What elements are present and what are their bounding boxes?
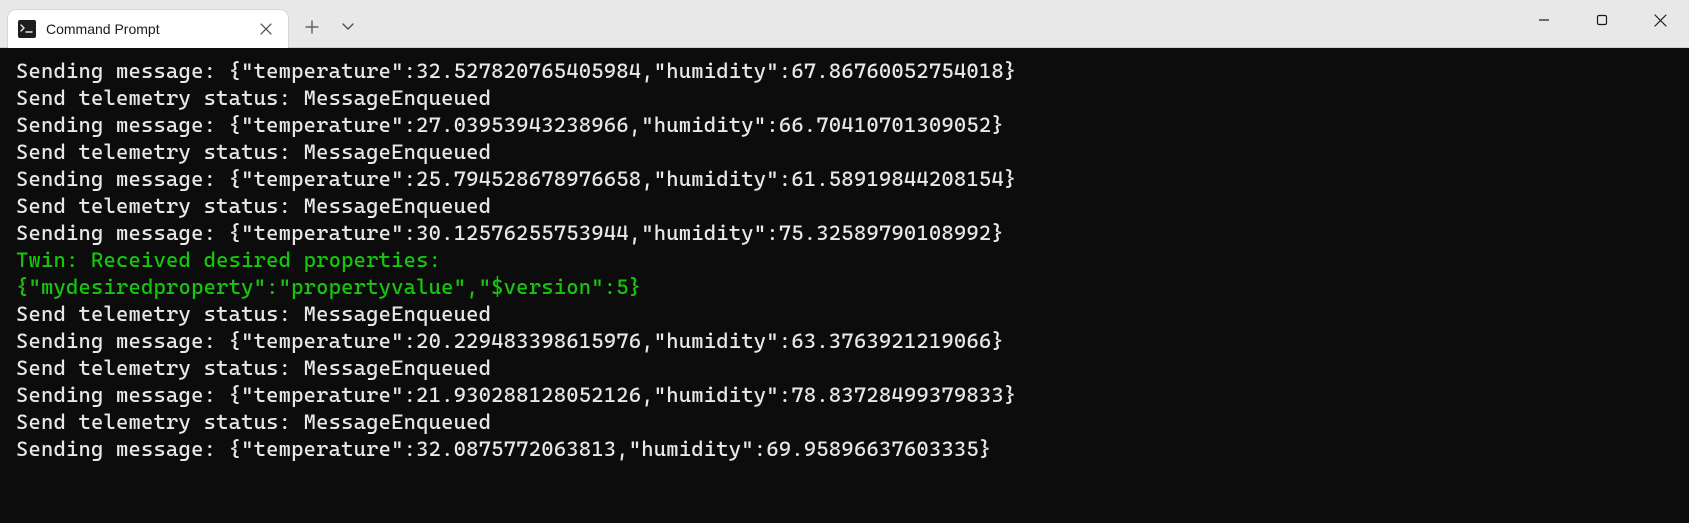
- tabs-area: Command Prompt: [0, 0, 1515, 47]
- terminal-line: Send telemetry status: MessageEnqueued: [16, 409, 1673, 436]
- new-tab-button[interactable]: [294, 9, 330, 45]
- terminal-line: Sending message: {"temperature":30.12576…: [16, 220, 1673, 247]
- terminal-line: {"mydesiredproperty":"propertyvalue","$v…: [16, 274, 1673, 301]
- minimize-icon: [1538, 14, 1550, 26]
- maximize-button[interactable]: [1573, 0, 1631, 40]
- minimize-button[interactable]: [1515, 0, 1573, 40]
- terminal-line: Sending message: {"temperature":27.03953…: [16, 112, 1673, 139]
- terminal-line: Twin: Received desired properties:: [16, 247, 1673, 274]
- terminal-line: Sending message: {"temperature":21.93028…: [16, 382, 1673, 409]
- terminal-line: Send telemetry status: MessageEnqueued: [16, 193, 1673, 220]
- close-icon: [260, 23, 272, 35]
- terminal-output[interactable]: Sending message: {"temperature":32.52782…: [0, 48, 1689, 523]
- terminal-line: Sending message: {"temperature":25.79452…: [16, 166, 1673, 193]
- chevron-down-icon: [342, 23, 354, 31]
- tab-title: Command Prompt: [46, 21, 244, 37]
- close-tab-button[interactable]: [254, 17, 278, 41]
- window-controls: [1515, 0, 1689, 47]
- terminal-line: Send telemetry status: MessageEnqueued: [16, 301, 1673, 328]
- terminal-line: Sending message: {"temperature":20.22948…: [16, 328, 1673, 355]
- terminal-line: Send telemetry status: MessageEnqueued: [16, 355, 1673, 382]
- terminal-line: Send telemetry status: MessageEnqueued: [16, 85, 1673, 112]
- close-window-button[interactable]: [1631, 0, 1689, 40]
- terminal-line: Sending message: {"temperature":32.08757…: [16, 436, 1673, 463]
- tab-command-prompt[interactable]: Command Prompt: [8, 10, 288, 48]
- maximize-icon: [1596, 14, 1608, 26]
- tab-dropdown-button[interactable]: [330, 9, 366, 45]
- plus-icon: [305, 20, 319, 34]
- terminal-icon: [18, 20, 36, 38]
- terminal-line: Send telemetry status: MessageEnqueued: [16, 139, 1673, 166]
- terminal-line: Sending message: {"temperature":32.52782…: [16, 58, 1673, 85]
- terminal-window: Command Prompt: [0, 0, 1689, 523]
- close-icon: [1654, 14, 1667, 27]
- title-bar: Command Prompt: [0, 0, 1689, 48]
